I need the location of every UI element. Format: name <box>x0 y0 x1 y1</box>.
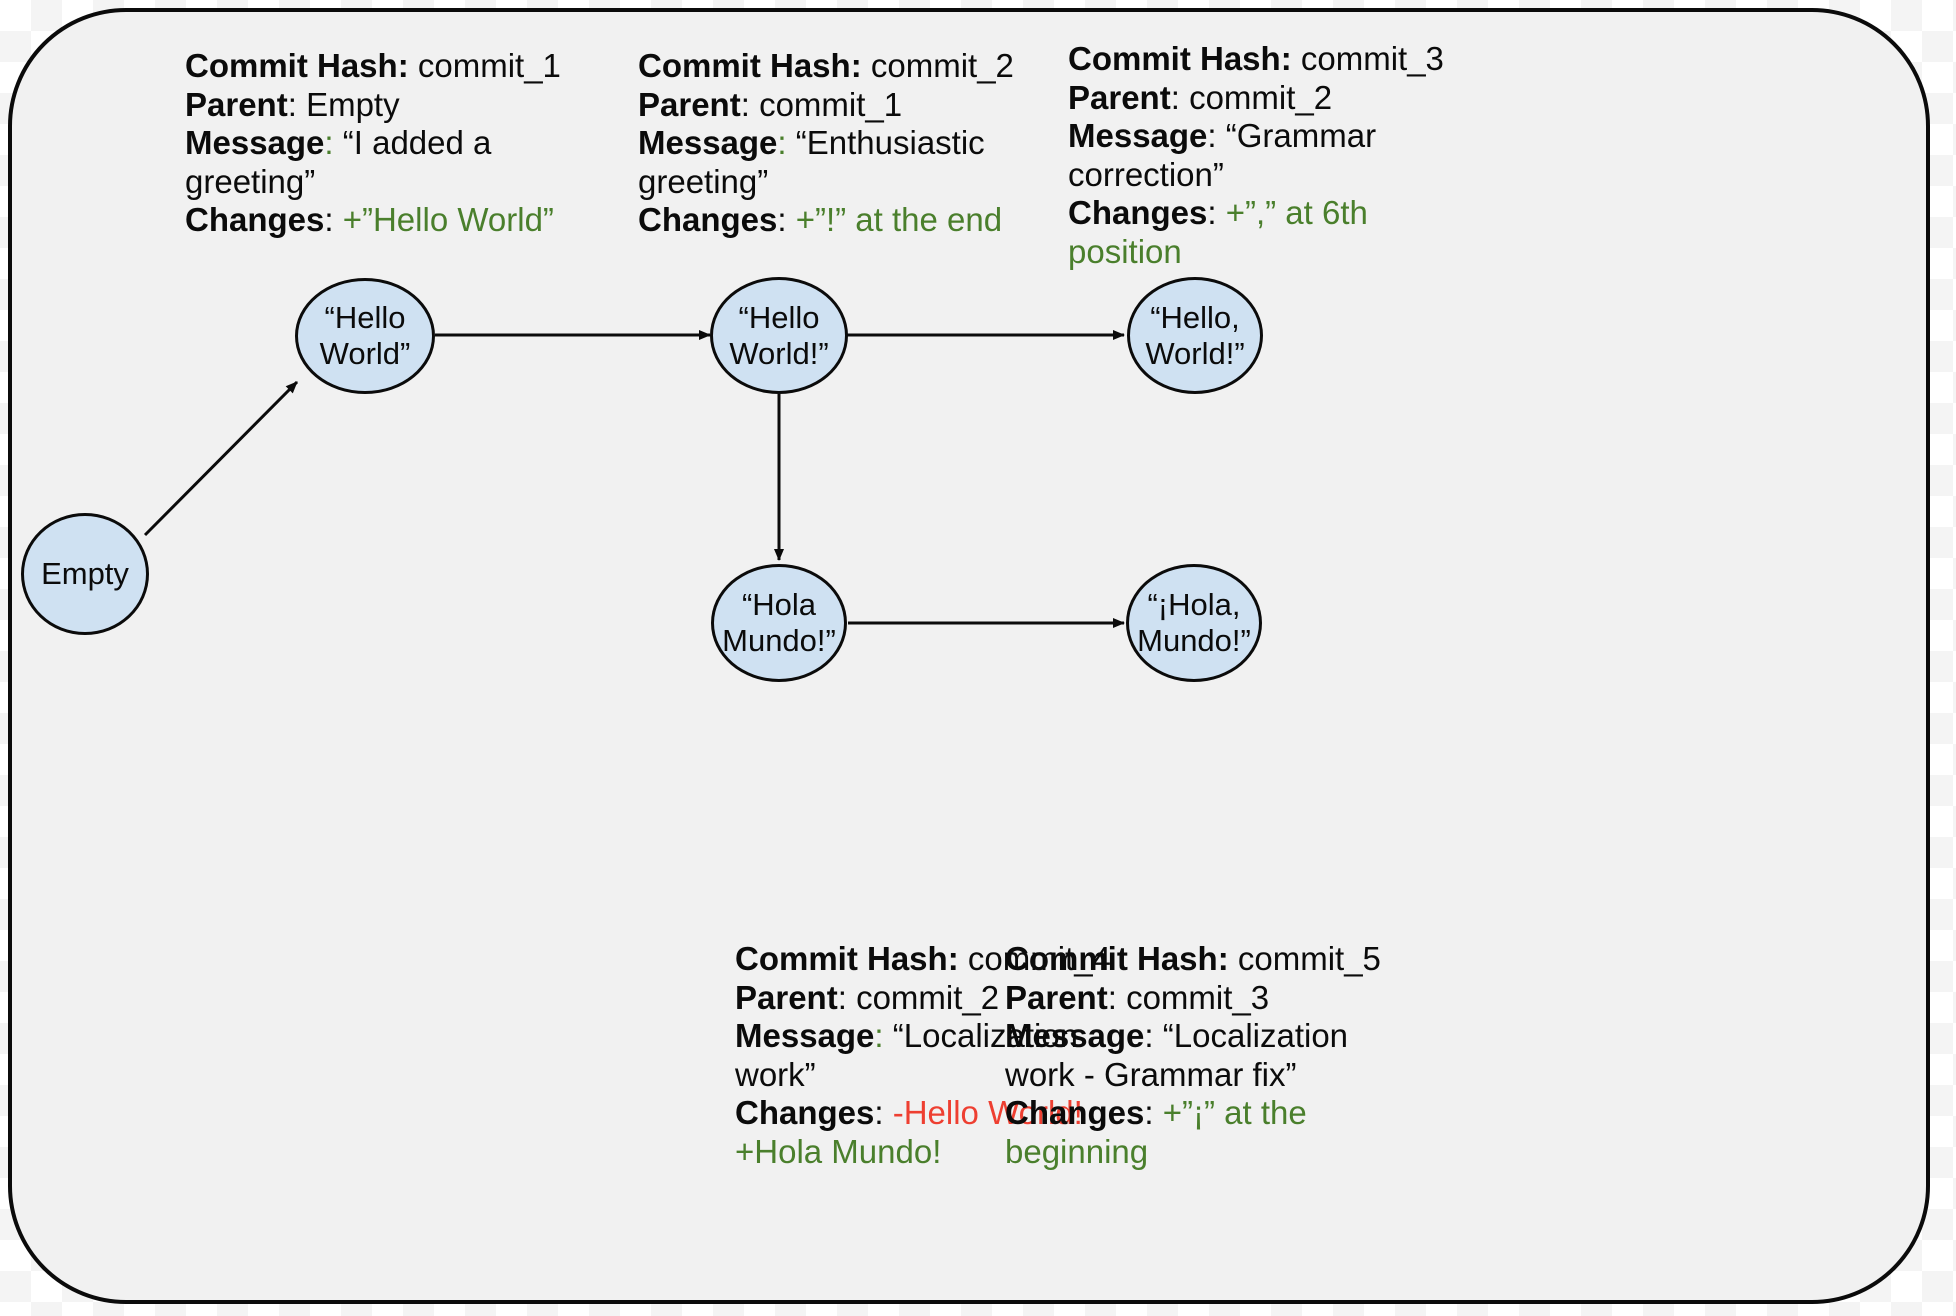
label-message: Message <box>735 1017 875 1055</box>
diagram-canvas: Empty “Hello World” “Hello World!” “Hell… <box>0 0 1956 1316</box>
commit-5-changes-line: Changes: +”¡” at the beginning <box>1005 1094 1425 1171</box>
commit-2-hash-value: commit_2 <box>870 47 1014 84</box>
commit-1-changes-line: Changes: +”Hello World” <box>185 201 625 240</box>
commit-2-hash-line: Commit Hash: commit_2 <box>638 47 1068 86</box>
commit-2-changes-added: +”!” at the end <box>795 201 1003 239</box>
commit-1-message-line: Message: “I added a greeting” <box>185 124 625 201</box>
colon: : <box>1207 194 1217 232</box>
label-message: Message <box>638 124 778 162</box>
node-commit-3[interactable]: “Hello, World!” <box>1127 277 1263 394</box>
node-commit-3-label: “Hello, World!” <box>1145 299 1245 371</box>
label-commit-hash: Commit Hash <box>638 47 851 84</box>
node-commit-1-label: “Hello World” <box>319 300 411 371</box>
commit-info-5: Commit Hash: commit_5 Parent: commit_3 M… <box>1005 940 1425 1172</box>
colon: : <box>1280 40 1292 77</box>
commit-1-parent-value: Empty <box>306 85 400 123</box>
commit-3-changes-line: Changes: +”,” at 6th position <box>1068 194 1468 271</box>
colon: : <box>397 47 409 84</box>
label-message: Message <box>1005 1017 1145 1055</box>
commit-1-hash-line: Commit Hash: commit_1 <box>185 47 625 86</box>
commit-3-hash-value: commit_3 <box>1300 40 1444 77</box>
commit-2-message-line: Message: “Enthusiastic greeting” <box>638 124 1068 201</box>
colon: : <box>1144 1017 1154 1055</box>
colon: : <box>777 124 787 162</box>
commit-1-parent-line: Parent: Empty <box>185 86 625 125</box>
label-changes: Changes <box>735 1094 875 1132</box>
commit-2-parent-line: Parent: commit_1 <box>638 86 1068 125</box>
node-commit-5-label: “¡Hola, Mundo!” <box>1137 587 1251 658</box>
label-message: Message <box>185 124 325 162</box>
commit-4-parent-value: commit_2 <box>856 978 1000 1016</box>
commit-3-message-line: Message: “Grammar correction” <box>1068 117 1468 194</box>
label-message: Message <box>1068 117 1208 155</box>
commit-5-parent-value: commit_3 <box>1126 978 1270 1016</box>
commit-3-parent-line: Parent: commit_2 <box>1068 79 1468 118</box>
node-commit-2[interactable]: “Hello World!” <box>710 277 848 394</box>
commit-2-parent-value: commit_1 <box>759 85 903 123</box>
commit-info-1: Commit Hash: commit_1 Parent: Empty Mess… <box>185 47 625 240</box>
node-commit-5[interactable]: “¡Hola, Mundo!” <box>1126 564 1262 682</box>
commit-3-parent-value: commit_2 <box>1189 78 1333 116</box>
node-commit-1[interactable]: “Hello World” <box>295 278 435 394</box>
colon: : <box>837 978 847 1016</box>
node-empty[interactable]: Empty <box>21 513 149 635</box>
label-changes: Changes <box>1068 194 1208 232</box>
commit-5-hash-value: commit_5 <box>1237 940 1381 977</box>
colon: : <box>874 1017 884 1055</box>
colon: : <box>874 1094 884 1132</box>
commit-5-message-line: Message: “Localization work - Grammar fi… <box>1005 1017 1425 1094</box>
label-parent: Parent <box>185 85 288 123</box>
label-parent: Parent <box>638 85 741 123</box>
node-empty-label: Empty <box>41 556 129 592</box>
commit-1-changes-added: +”Hello World” <box>342 201 554 239</box>
label-parent: Parent <box>1068 78 1171 116</box>
commit-3-hash-line: Commit Hash: commit_3 <box>1068 40 1468 79</box>
colon: : <box>850 47 862 84</box>
commit-1-hash-value: commit_1 <box>417 47 561 84</box>
colon: : <box>1144 1094 1154 1132</box>
colon: : <box>1217 940 1229 977</box>
commit-info-2: Commit Hash: commit_2 Parent: commit_1 M… <box>638 47 1068 240</box>
node-commit-2-label: “Hello World!” <box>729 299 829 371</box>
colon: : <box>287 85 297 123</box>
label-changes: Changes <box>638 201 778 239</box>
commit-5-hash-line: Commit Hash: commit_5 <box>1005 940 1425 979</box>
label-parent: Parent <box>735 978 838 1016</box>
commit-5-parent-line: Parent: commit_3 <box>1005 979 1425 1018</box>
label-commit-hash: Commit Hash <box>1068 40 1281 77</box>
commit-4-changes-added: +Hola Mundo! <box>735 1133 942 1171</box>
colon: : <box>324 201 334 239</box>
colon: : <box>777 201 787 239</box>
label-commit-hash: Commit Hash <box>1005 940 1218 977</box>
colon: : <box>1107 978 1117 1016</box>
label-changes: Changes <box>185 201 325 239</box>
colon: : <box>324 124 334 162</box>
label-commit-hash: Commit Hash <box>735 940 948 977</box>
node-commit-4-label: “Hola Mundo!” <box>722 587 836 658</box>
label-commit-hash: Commit Hash <box>185 47 398 84</box>
colon: : <box>1170 78 1180 116</box>
commit-info-3: Commit Hash: commit_3 Parent: commit_2 M… <box>1068 40 1468 272</box>
colon: : <box>740 85 750 123</box>
colon: : <box>1207 117 1217 155</box>
node-commit-4[interactable]: “Hola Mundo!” <box>711 564 847 682</box>
label-parent: Parent <box>1005 978 1108 1016</box>
colon: : <box>947 940 959 977</box>
label-changes: Changes <box>1005 1094 1145 1132</box>
commit-2-changes-line: Changes: +”!” at the end <box>638 201 1068 240</box>
